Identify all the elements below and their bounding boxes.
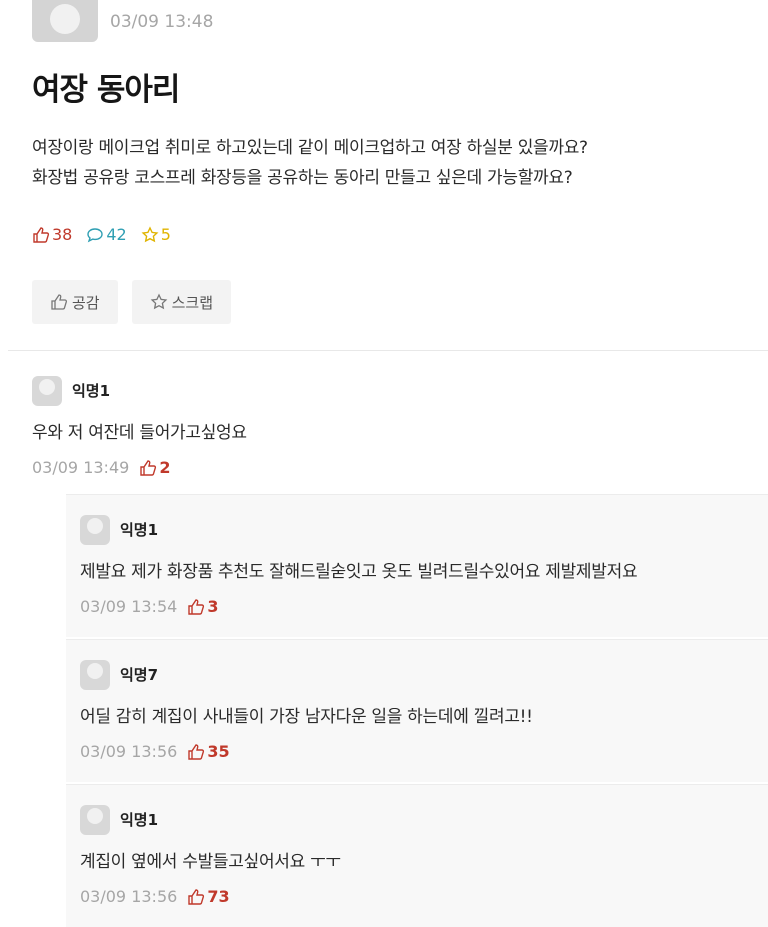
- like-button[interactable]: 공감: [32, 280, 118, 324]
- reply-text: 제발요 제가 화장품 추천도 잘해드릴숟잇고 옷도 빌려드릴수있어요 제발제발저…: [80, 562, 638, 582]
- reply-vote-button[interactable]: 73: [187, 887, 230, 906]
- reply-vote-count: 3: [207, 597, 219, 616]
- thumbs-up-icon: [187, 743, 205, 761]
- reply-author: 익명1: [120, 521, 159, 539]
- post-body-line: 화장법 공유랑 코스프레 화장등을 공유하는 동아리 만들고 싶은데 가능할까요…: [32, 168, 573, 188]
- scrap-button[interactable]: 스크랩: [131, 280, 232, 324]
- reply-date: 03/09 13:56: [80, 742, 178, 761]
- post-date: 03/09 13:48: [110, 12, 214, 32]
- reply-avatar: [80, 515, 110, 545]
- reply-text: 어딜 감히 계집이 사내들이 가장 남자다운 일을 하는데에 낄려고!!: [80, 707, 533, 727]
- comment-vote-count: 2: [159, 458, 171, 477]
- comment-item: 익명1 우와 저 여잔데 들어가고싶엉요 03/09 13:49 2: [8, 352, 768, 492]
- thumbs-up-icon: [50, 293, 68, 311]
- reply-meta: 03/09 13:54 3: [80, 597, 218, 616]
- post-card: 03/09 13:48 여장 동아리 여장이랑 메이크업 취미로 하고있는데 같…: [8, 0, 768, 351]
- star-icon: [150, 293, 168, 311]
- post-title: 여장 동아리: [32, 72, 180, 108]
- reply-author: 익명1: [120, 811, 159, 829]
- reply-item: 익명1 계집이 옆에서 수발들고싶어서요 ㅜㅜ 03/09 13:56 73: [66, 784, 768, 927]
- reply-date: 03/09 13:56: [80, 887, 178, 906]
- scrap-count: 5: [141, 225, 171, 244]
- comment-author: 익명1: [72, 382, 111, 400]
- reply-author: 익명7: [120, 666, 159, 684]
- reply-vote-button[interactable]: 35: [187, 742, 230, 761]
- thumbs-up-icon: [187, 888, 205, 906]
- reply-text: 계집이 옆에서 수발들고싶어서요 ㅜㅜ: [80, 852, 341, 872]
- post-actions: 공감 스크랩: [32, 280, 232, 324]
- post-stats: 38 42 5: [32, 225, 171, 244]
- reply-item: 익명1 제발요 제가 화장품 추천도 잘해드릴숟잇고 옷도 빌려드릴수있어요 제…: [66, 494, 768, 637]
- comment-count: 42: [86, 225, 127, 244]
- post-body-line: 여장이랑 메이크업 취미로 하고있는데 같이 메이크업하고 여장 하실분 있을까…: [32, 138, 588, 158]
- reply-avatar: [80, 805, 110, 835]
- reply-vote-count: 35: [207, 742, 230, 761]
- reply-meta: 03/09 13:56 73: [80, 887, 230, 906]
- star-icon: [141, 225, 159, 244]
- reply-vote-count: 73: [207, 887, 230, 906]
- comment-avatar: [32, 376, 62, 406]
- comment-text: 우와 저 여잔데 들어가고싶엉요: [32, 423, 247, 443]
- reply-meta: 03/09 13:56 35: [80, 742, 230, 761]
- thumbs-up-icon: [139, 459, 157, 477]
- comment-vote-button[interactable]: 2: [139, 458, 170, 477]
- like-count: 38: [32, 225, 72, 244]
- comment-meta: 03/09 13:49 2: [32, 458, 170, 477]
- like-button-label: 공감: [72, 293, 100, 312]
- author-avatar: [32, 0, 98, 42]
- thumbs-up-icon: [187, 598, 205, 616]
- reply-item: 익명7 어딜 감히 계집이 사내들이 가장 남자다운 일을 하는데에 낄려고!!…: [66, 639, 768, 782]
- comment-count-value: 42: [106, 225, 127, 244]
- reply-date: 03/09 13:54: [80, 597, 178, 616]
- scrap-button-label: 스크랩: [171, 293, 214, 312]
- reply-avatar: [80, 660, 110, 690]
- thumbs-up-icon: [32, 226, 50, 244]
- reply-vote-button[interactable]: 3: [187, 597, 218, 616]
- like-count-value: 38: [52, 225, 73, 244]
- scrap-count-value: 5: [160, 225, 171, 244]
- speech-bubble-icon: [86, 226, 104, 244]
- post-body: 여장이랑 메이크업 취미로 하고있는데 같이 메이크업하고 여장 하실분 있을까…: [32, 133, 752, 193]
- comment-date: 03/09 13:49: [32, 458, 130, 477]
